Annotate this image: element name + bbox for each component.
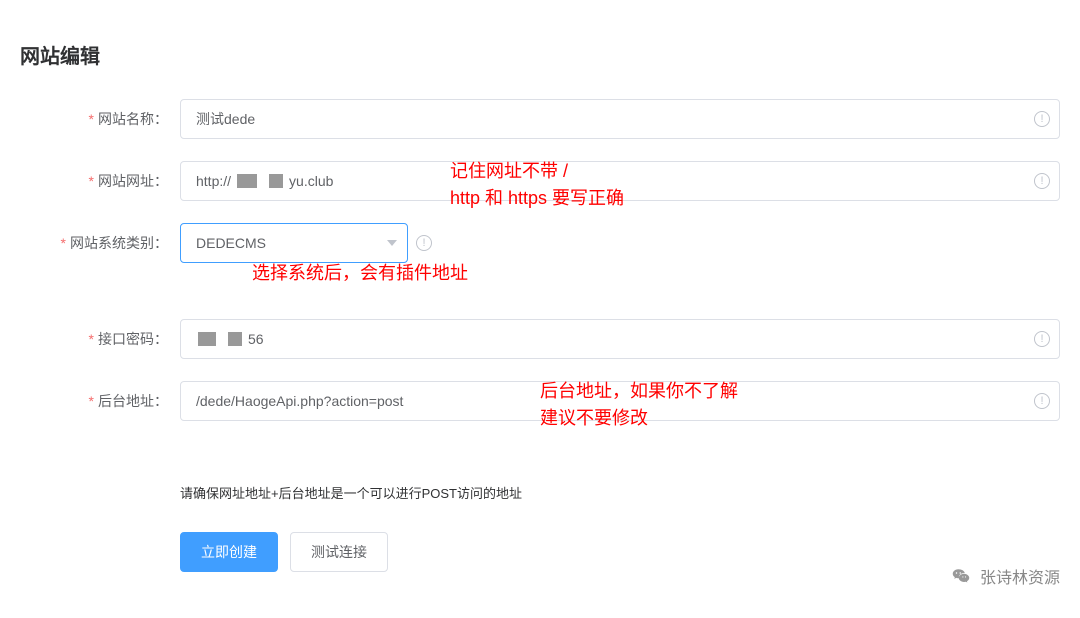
create-button[interactable]: 立即创建 [180,532,278,572]
api-password-input[interactable] [180,319,1060,359]
site-url-input[interactable] [180,161,1060,201]
signature-text: 张诗林资源 [980,564,1060,588]
wechat-icon [950,567,972,585]
label-backend-url: 后台地址： [20,391,180,411]
annotation-system: 选择系统后，会有插件地址 [252,260,468,287]
page-title: 网站编辑 [20,40,1060,69]
label-site-name: 网站名称： [20,109,180,129]
system-type-select[interactable]: DEDECMS [180,223,408,263]
helper-text: 请确保网址地址+后台地址是一个可以进行POST访问的地址 [180,483,1060,502]
label-site-url: 网站网址： [20,171,180,191]
label-api-password: 接口密码： [20,329,180,349]
system-type-value: DEDECMS [196,235,266,251]
test-connection-button[interactable]: 测试连接 [290,532,388,572]
chevron-down-icon [387,240,397,246]
backend-url-input[interactable] [180,381,1060,421]
site-name-input[interactable] [180,99,1060,139]
label-system-type: 网站系统类别： [20,233,180,253]
signature: 张诗林资源 [950,564,1060,588]
warning-icon [416,235,432,251]
